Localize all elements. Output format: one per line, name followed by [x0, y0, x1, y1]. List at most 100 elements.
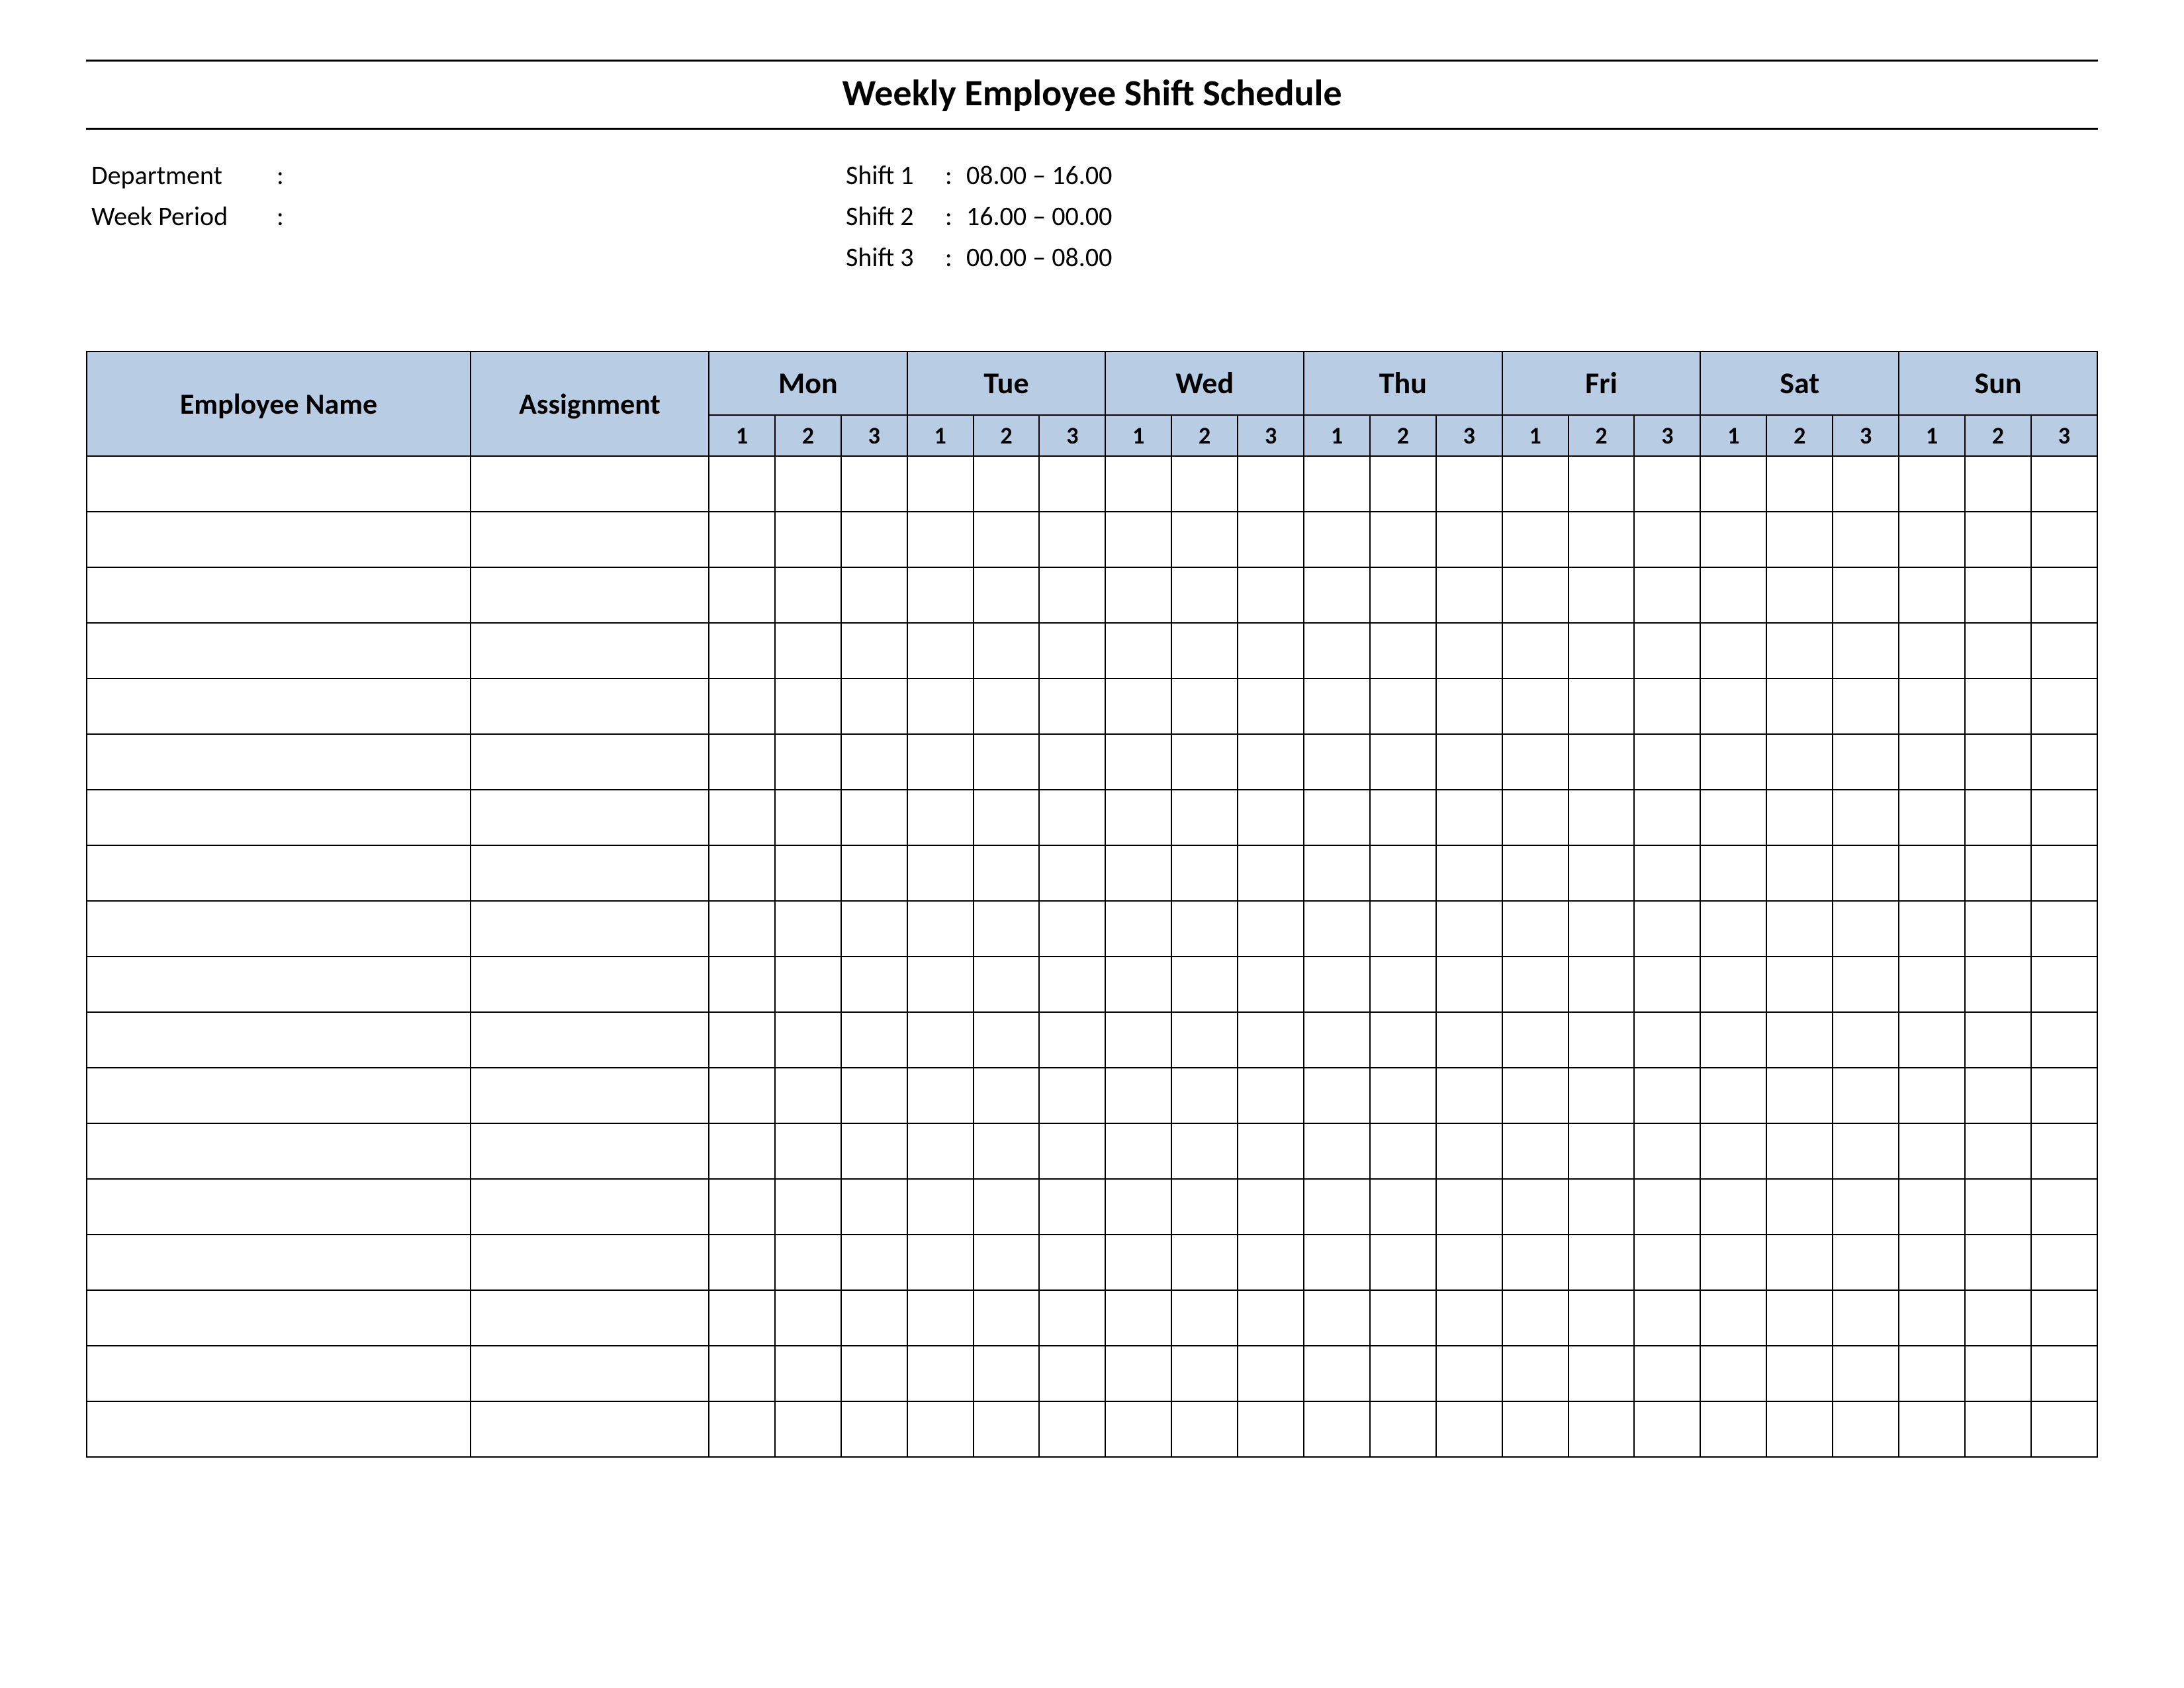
cell-shift — [709, 456, 775, 512]
cell-shift — [1965, 512, 2031, 567]
cell-shift — [1436, 1401, 1502, 1457]
cell-shift — [1700, 567, 1766, 623]
cell-shift — [1105, 456, 1171, 512]
cell-shift — [709, 1235, 775, 1290]
cell-shift — [1569, 1401, 1635, 1457]
table-row — [87, 1346, 2097, 1401]
cell-shift — [1238, 1235, 1304, 1290]
cell-shift — [974, 1401, 1040, 1457]
cell-shift — [1700, 1123, 1766, 1179]
cell-shift — [709, 1401, 775, 1457]
cell-shift — [1171, 456, 1238, 512]
cell-shift — [2031, 1401, 2097, 1457]
table-head: Employee Name Assignment Mon Tue Wed Thu… — [87, 352, 2097, 456]
cell-shift — [2031, 623, 2097, 679]
header-day-sun: Sun — [1899, 352, 2097, 415]
header-shift: 2 — [1171, 415, 1238, 456]
header-shift: 2 — [974, 415, 1040, 456]
separator: : — [277, 196, 296, 237]
header-day-fri: Fri — [1502, 352, 1701, 415]
cell-shift — [1105, 623, 1171, 679]
cell-shift — [1304, 512, 1370, 567]
cell-employee — [87, 845, 471, 901]
cell-shift — [1700, 1401, 1766, 1457]
cell-shift — [1370, 1346, 1436, 1401]
table-row — [87, 845, 2097, 901]
cell-shift — [775, 1235, 841, 1290]
cell-shift — [1039, 734, 1105, 790]
cell-assignment — [471, 1123, 709, 1179]
cell-employee — [87, 623, 471, 679]
cell-shift — [1238, 845, 1304, 901]
cell-shift — [1569, 1068, 1635, 1123]
cell-shift — [1105, 790, 1171, 845]
table-row — [87, 623, 2097, 679]
cell-shift — [974, 512, 1040, 567]
header-shift: 1 — [1502, 415, 1569, 456]
cell-shift — [1436, 1012, 1502, 1068]
cell-shift — [1899, 734, 1965, 790]
cell-shift — [1569, 1012, 1635, 1068]
cell-shift — [1502, 512, 1569, 567]
cell-assignment — [471, 1179, 709, 1235]
cell-shift — [1965, 1123, 2031, 1179]
cell-shift — [1965, 1235, 2031, 1290]
cell-shift — [1304, 456, 1370, 512]
cell-shift — [1304, 679, 1370, 734]
header-shift: 2 — [775, 415, 841, 456]
cell-shift — [1238, 623, 1304, 679]
cell-shift — [1833, 1346, 1899, 1401]
cell-shift — [1700, 512, 1766, 567]
separator: : — [945, 155, 964, 196]
cell-shift — [1700, 1179, 1766, 1235]
cell-shift — [841, 679, 907, 734]
cell-shift — [1766, 957, 1833, 1012]
cell-shift — [1436, 957, 1502, 1012]
cell-shift — [1502, 1123, 1569, 1179]
cell-shift — [1965, 734, 2031, 790]
cell-shift — [1833, 734, 1899, 790]
cell-shift — [974, 790, 1040, 845]
cell-shift — [1965, 567, 2031, 623]
cell-shift — [1634, 512, 1700, 567]
cell-shift — [1569, 567, 1635, 623]
cell-shift — [1700, 845, 1766, 901]
cell-shift — [775, 1068, 841, 1123]
cell-shift — [2031, 567, 2097, 623]
cell-shift — [1105, 734, 1171, 790]
cell-shift — [709, 623, 775, 679]
table-row — [87, 1290, 2097, 1346]
cell-shift — [1569, 456, 1635, 512]
cell-shift — [1766, 734, 1833, 790]
cell-shift — [1899, 456, 1965, 512]
cell-shift — [1766, 1235, 1833, 1290]
cell-shift — [1171, 1401, 1238, 1457]
cell-shift — [1502, 1235, 1569, 1290]
header-day-wed: Wed — [1105, 352, 1304, 415]
cell-shift — [841, 1012, 907, 1068]
cell-shift — [2031, 679, 2097, 734]
cell-shift — [1039, 1346, 1105, 1401]
cell-shift — [1502, 456, 1569, 512]
cell-shift — [1634, 623, 1700, 679]
cell-shift — [1105, 901, 1171, 957]
cell-shift — [775, 901, 841, 957]
cell-shift — [907, 1068, 974, 1123]
separator: : — [945, 237, 964, 278]
cell-assignment — [471, 957, 709, 1012]
cell-shift — [1171, 1235, 1238, 1290]
cell-shift — [1965, 845, 2031, 901]
cell-shift — [1304, 734, 1370, 790]
cell-shift — [1171, 512, 1238, 567]
cell-shift — [1899, 1346, 1965, 1401]
separator: : — [277, 155, 296, 196]
header-shift: 2 — [1569, 415, 1635, 456]
cell-shift — [1105, 679, 1171, 734]
cell-shift — [1370, 512, 1436, 567]
cell-employee — [87, 1401, 471, 1457]
cell-shift — [1370, 1012, 1436, 1068]
cell-shift — [974, 1290, 1040, 1346]
cell-shift — [1634, 1290, 1700, 1346]
cell-assignment — [471, 734, 709, 790]
cell-employee — [87, 1346, 471, 1401]
